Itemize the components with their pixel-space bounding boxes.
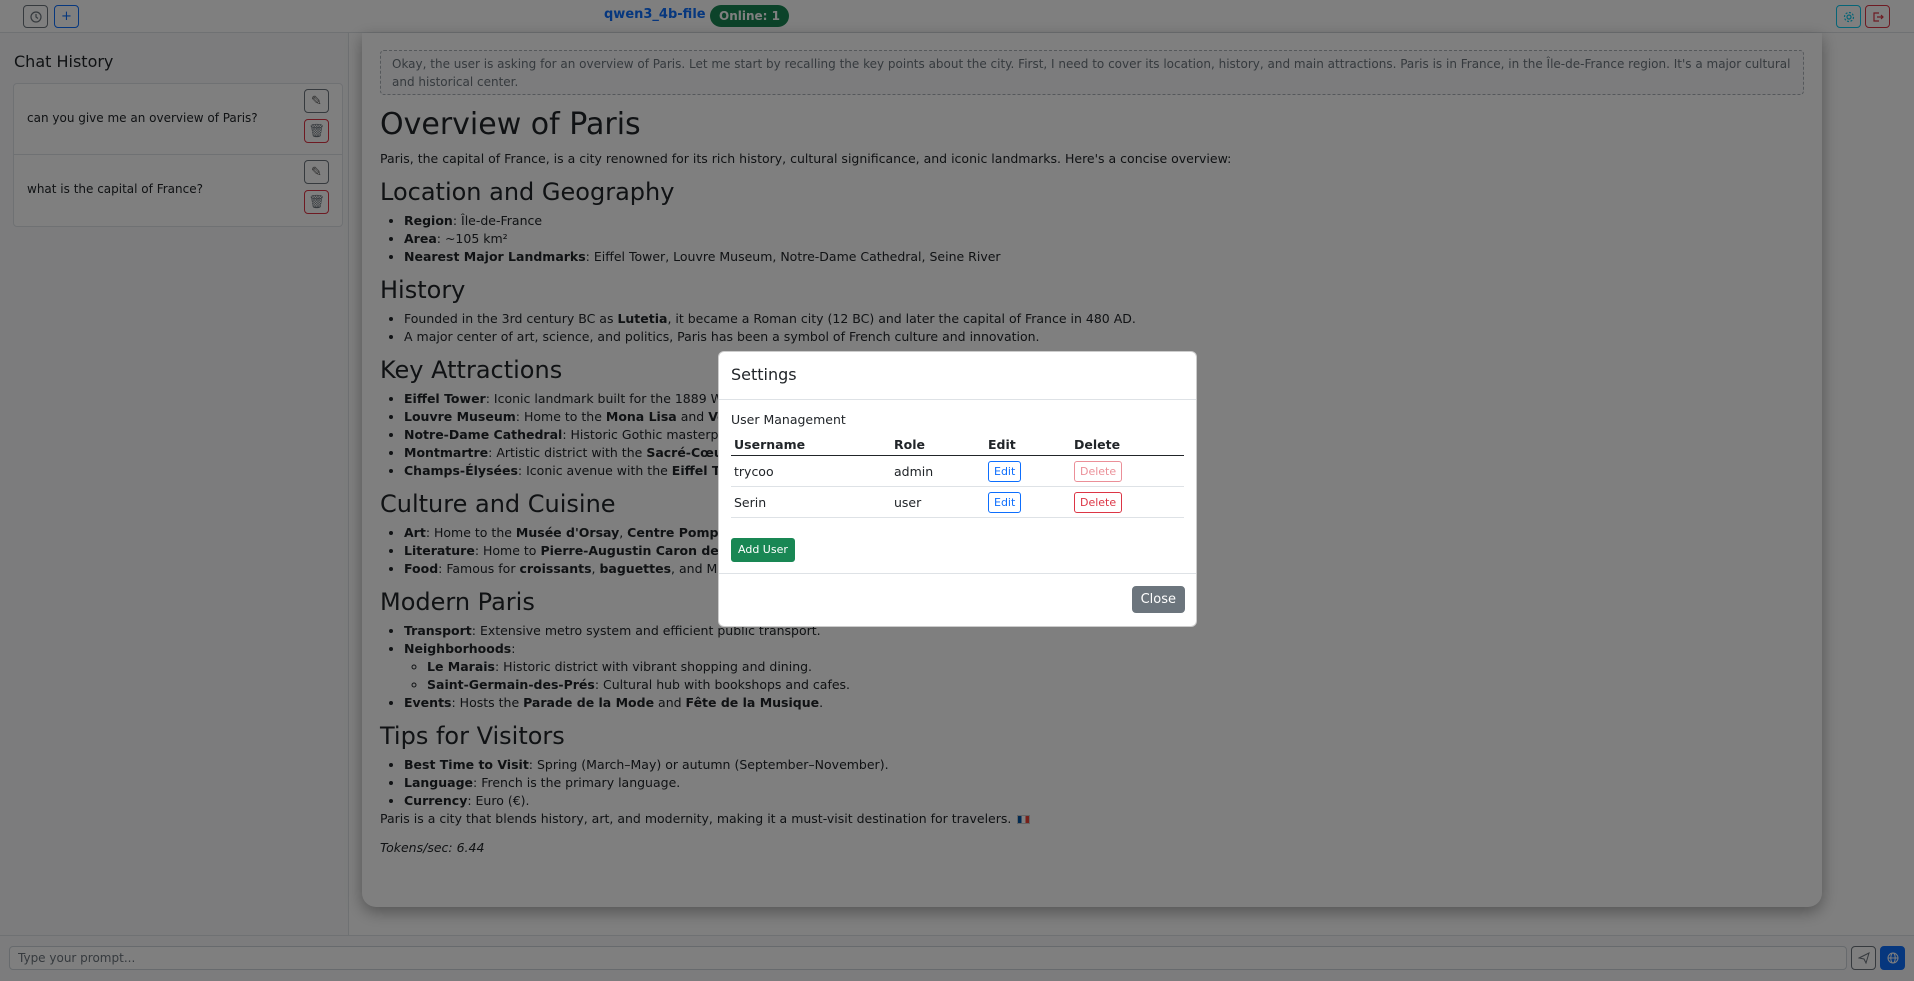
- column-header: Username: [731, 433, 891, 456]
- column-header: Delete: [1071, 433, 1184, 456]
- close-button[interactable]: Close: [1131, 586, 1185, 613]
- edit-user-button[interactable]: Edit: [988, 460, 1022, 482]
- table-row: trycoo admin Edit Delete: [731, 455, 1184, 487]
- section-label: User Management: [731, 412, 846, 427]
- edit-cell: Edit: [985, 455, 1071, 487]
- username-cell: Serin: [731, 486, 891, 518]
- edit-cell: Edit: [985, 486, 1071, 518]
- modal-title: Settings: [731, 365, 797, 384]
- column-header: Role: [891, 433, 985, 456]
- settings-modal: Settings User Management Username Role E…: [718, 351, 1197, 627]
- user-table: Username Role Edit Delete trycoo admin E…: [731, 433, 1184, 518]
- role-cell: user: [891, 486, 985, 518]
- modal-header: Settings: [719, 352, 1196, 400]
- delete-user-button: Delete: [1074, 460, 1123, 482]
- username-cell: trycoo: [731, 455, 891, 487]
- delete-cell: Delete: [1071, 486, 1184, 518]
- add-user-button[interactable]: Add User: [731, 538, 795, 562]
- modal-body: User Management Username Role Edit Delet…: [731, 412, 1184, 518]
- role-cell: admin: [891, 455, 985, 487]
- edit-user-button[interactable]: Edit: [988, 491, 1022, 513]
- table-row: Serin user Edit Delete: [731, 486, 1184, 518]
- delete-cell: Delete: [1071, 455, 1184, 487]
- table-header-row: Username Role Edit Delete: [731, 433, 1184, 456]
- delete-user-button[interactable]: Delete: [1074, 491, 1123, 513]
- column-header: Edit: [985, 433, 1071, 456]
- modal-footer: Close: [719, 573, 1196, 628]
